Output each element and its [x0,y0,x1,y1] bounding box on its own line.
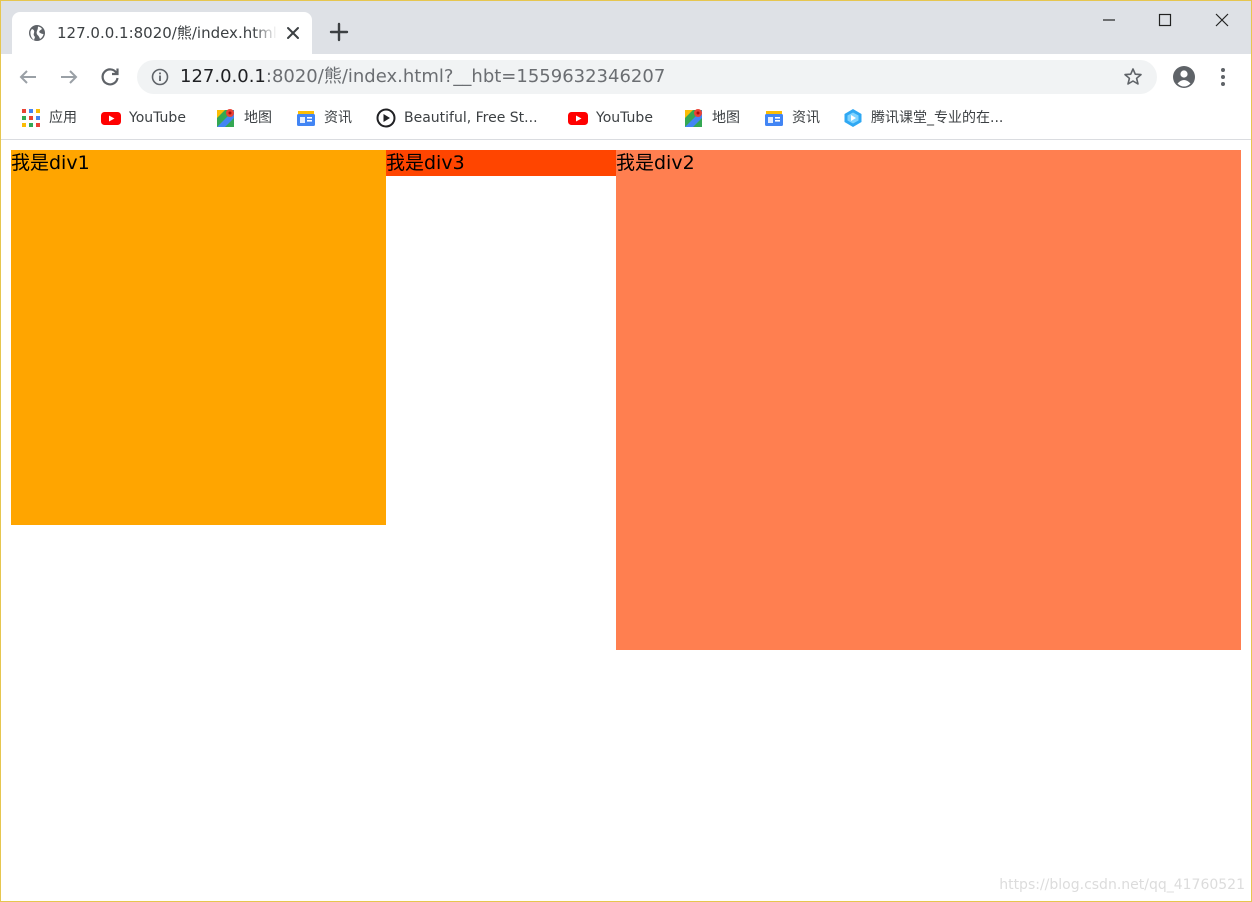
div2-box: 我是div2 [616,150,1241,650]
div1-box: 我是div1 [11,150,386,525]
maps-icon [217,109,234,127]
window-close-icon[interactable] [1193,1,1249,39]
forward-arrow-icon[interactable] [57,65,81,89]
browser-window: 127.0.0.1:8020/熊/index.html?__hbt=155963… [0,0,1252,902]
bookmark-star-icon[interactable] [1123,67,1143,87]
news-icon [297,111,315,126]
active-tab[interactable]: 127.0.0.1:8020/熊/index.html?__hbt=155963… [12,12,312,54]
bookmark-label: 资讯 [324,110,352,126]
browser-toolbar: 127.0.0.1:8020/熊/index.html?__hbt=155963… [1,54,1251,100]
address-bar[interactable]: 127.0.0.1:8020/熊/index.html?__hbt=155963… [137,60,1157,94]
url-text[interactable]: 127.0.0.1:8020/熊/index.html?__hbt=155963… [180,66,665,88]
profile-icon[interactable] [1172,65,1196,89]
bookmark-label: 资讯 [792,110,820,126]
reload-icon[interactable] [98,65,122,89]
bookmarks-bar: 应用 YouTube 地图 资讯 Beautiful, Free St... Y… [1,100,1251,140]
back-arrow-icon[interactable] [16,65,40,89]
minimize-icon[interactable] [1081,1,1137,39]
bookmark-label: 应用 [49,110,77,126]
apps-grid-icon [22,109,40,127]
bookmark-label: YouTube [596,110,653,126]
maximize-icon[interactable] [1137,1,1193,39]
youtube-icon [101,112,121,125]
more-menu-icon[interactable] [1215,65,1231,89]
bookmark-label: Beautiful, Free St... [404,110,538,126]
url-path: :8020/熊/index.html?__hbt=1559632346207 [265,66,666,87]
bookmark-label: 腾讯课堂_专业的在... [871,110,1004,126]
info-icon[interactable] [151,68,169,86]
bookmark-label: 地图 [244,110,272,126]
watermark: https://blog.csdn.net/qq_41760521 [999,877,1245,893]
url-host: 127.0.0.1 [180,66,266,87]
tab-title: 127.0.0.1:8020/熊/index.html?__hbt=155963… [57,23,277,43]
youtube-icon [568,112,588,125]
div3-box: 我是div3 [386,150,616,176]
news-icon [765,111,783,126]
page-content: 我是div1 我是div3 我是div2 https://blog.csdn.n… [1,140,1251,901]
play-circle-icon [376,108,396,128]
maps-icon [685,109,702,127]
bookmark-label: 地图 [712,110,740,126]
tab-strip: 127.0.0.1:8020/熊/index.html?__hbt=155963… [1,1,1251,54]
bookmark-label: YouTube [129,110,186,126]
tencent-classroom-icon [844,109,862,127]
close-icon[interactable] [284,24,302,42]
globe-icon [29,25,45,41]
new-tab-icon[interactable] [328,21,350,43]
